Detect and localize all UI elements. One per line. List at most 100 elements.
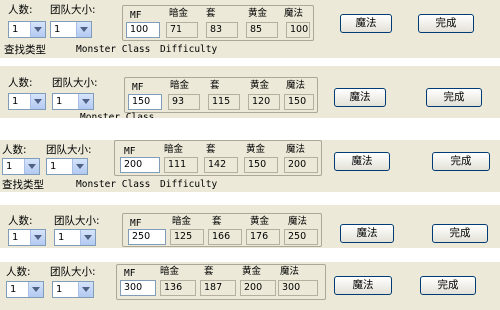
dark-gold-value: 93 — [168, 94, 200, 110]
magic-button[interactable]: 魔法 — [340, 14, 392, 33]
magic-button[interactable]: 魔法 — [340, 224, 394, 243]
count-label: 人数: — [6, 266, 31, 278]
chevron-down-icon[interactable] — [78, 282, 93, 297]
team-size-select[interactable]: 1 — [52, 93, 94, 110]
count-select[interactable]: 1 — [8, 21, 46, 38]
gold-value: 150 — [244, 157, 278, 173]
search-type-label: 查找类型 — [4, 44, 46, 56]
set-value: 166 — [208, 229, 242, 245]
gold-value: 85 — [246, 22, 278, 38]
team-size-select[interactable]: 1 — [50, 21, 92, 38]
magic-value: 100 — [286, 22, 310, 38]
set-header: 套 — [206, 144, 216, 155]
chevron-down-icon[interactable] — [78, 94, 93, 109]
set-header: 套 — [212, 216, 222, 227]
set-header: 套 — [210, 80, 220, 91]
team-size-select[interactable]: 1 — [52, 281, 94, 298]
gold-header: 黄金 — [246, 144, 266, 155]
done-button[interactable]: 完成 — [418, 14, 474, 33]
torn-edge — [0, 248, 500, 252]
dark-gold-header: 暗金 — [170, 80, 190, 91]
mf-header: MF — [124, 268, 136, 279]
chevron-down-icon[interactable] — [30, 230, 45, 245]
chevron-down-icon[interactable] — [30, 94, 45, 109]
torn-edge — [0, 118, 500, 122]
mf-header: MF — [124, 146, 136, 157]
search-type-label: 查找类型 — [2, 179, 44, 191]
count-label: 人数: — [8, 77, 33, 89]
set-value: 83 — [206, 22, 238, 38]
team-size-label: 团队大小: — [46, 144, 92, 156]
magic-header: 魔法 — [280, 266, 300, 277]
count-label: 人数: — [8, 215, 33, 227]
magic-header: 魔法 — [286, 144, 306, 155]
gold-header: 黄金 — [248, 8, 268, 19]
mf-input[interactable]: 250 — [128, 229, 166, 245]
magic-button[interactable]: 魔法 — [334, 88, 386, 107]
chevron-down-icon[interactable] — [28, 282, 43, 297]
gold-header: 黄金 — [250, 216, 270, 227]
dialog-strip-3: 人数: 团队大小: 1 1 查找类型 Monster Class Difficu… — [0, 140, 500, 192]
done-button[interactable]: 完成 — [420, 276, 476, 295]
monster-class-label: Monster Class — [76, 179, 151, 190]
set-value: 187 — [200, 280, 236, 296]
count-label: 人数: — [2, 144, 27, 156]
team-size-select[interactable]: 1 — [54, 229, 96, 246]
dark-gold-header: 暗金 — [160, 266, 180, 277]
dark-gold-header: 暗金 — [164, 144, 184, 155]
gold-header: 黄金 — [250, 80, 270, 91]
magic-button[interactable]: 魔法 — [334, 152, 390, 171]
mf-input[interactable]: 300 — [120, 280, 156, 296]
magic-header: 魔法 — [284, 8, 304, 19]
torn-edge — [0, 192, 500, 196]
dialog-strip-4: 人数: 团队大小: 1 1 MF 暗金 套 黄金 魔法 250 125 166 … — [0, 205, 500, 248]
magic-button[interactable]: 魔法 — [334, 276, 392, 295]
magic-value: 250 — [284, 229, 318, 245]
gold-value: 176 — [246, 229, 280, 245]
torn-edge — [0, 58, 500, 62]
dark-gold-value: 125 — [170, 229, 204, 245]
count-select[interactable]: 1 — [2, 158, 40, 175]
team-size-label: 团队大小: — [50, 266, 96, 278]
gold-value: 200 — [240, 280, 276, 296]
mf-header: MF — [130, 10, 142, 21]
team-size-select[interactable]: 1 — [46, 158, 88, 175]
monster-class-label: Monster Class — [76, 44, 151, 55]
gold-value: 120 — [248, 94, 280, 110]
chevron-down-icon[interactable] — [72, 159, 87, 174]
gold-header: 黄金 — [242, 266, 262, 277]
dark-gold-header: 暗金 — [169, 8, 189, 19]
difficulty-label: Difficulty — [160, 44, 218, 55]
done-button[interactable]: 完成 — [432, 152, 490, 171]
count-select[interactable]: 1 — [6, 281, 44, 298]
magic-header: 魔法 — [288, 216, 308, 227]
difficulty-label: Difficulty — [160, 179, 218, 190]
dark-gold-value: 136 — [160, 280, 196, 296]
team-size-label: 团队大小: — [54, 215, 100, 227]
mf-input[interactable]: 200 — [120, 157, 160, 173]
count-select[interactable]: 1 — [8, 93, 46, 110]
dialog-strip-5: 人数: 团队大小: 1 1 MF 暗金 套 黄金 魔法 300 136 187 … — [0, 262, 500, 310]
count-select[interactable]: 1 — [8, 229, 46, 246]
chevron-down-icon[interactable] — [76, 22, 91, 37]
set-header: 套 — [206, 8, 216, 19]
mf-header: MF — [132, 82, 144, 93]
dark-gold-header: 暗金 — [172, 216, 192, 227]
dialog-strip-2: 人数: 团队大小: 1 1 MF 暗金 套 黄金 魔法 150 93 115 1… — [0, 66, 500, 118]
chevron-down-icon[interactable] — [30, 22, 45, 37]
mf-input[interactable]: 100 — [126, 22, 160, 38]
dialog-strip-1: 人数: 团队大小: 1 1 查找类型 Monster Class Difficu… — [0, 0, 500, 58]
dark-gold-value: 71 — [166, 22, 198, 38]
mf-input[interactable]: 150 — [128, 94, 162, 110]
magic-header: 魔法 — [286, 80, 306, 91]
chevron-down-icon[interactable] — [24, 159, 39, 174]
magic-value: 300 — [278, 280, 318, 296]
done-button[interactable]: 完成 — [432, 224, 488, 243]
team-size-label: 团队大小: — [52, 77, 98, 89]
dark-gold-value: 111 — [164, 157, 198, 173]
done-button[interactable]: 完成 — [426, 88, 482, 107]
set-value: 142 — [204, 157, 238, 173]
set-header: 套 — [204, 266, 214, 277]
team-size-label: 团队大小: — [50, 4, 96, 16]
chevron-down-icon[interactable] — [80, 230, 95, 245]
